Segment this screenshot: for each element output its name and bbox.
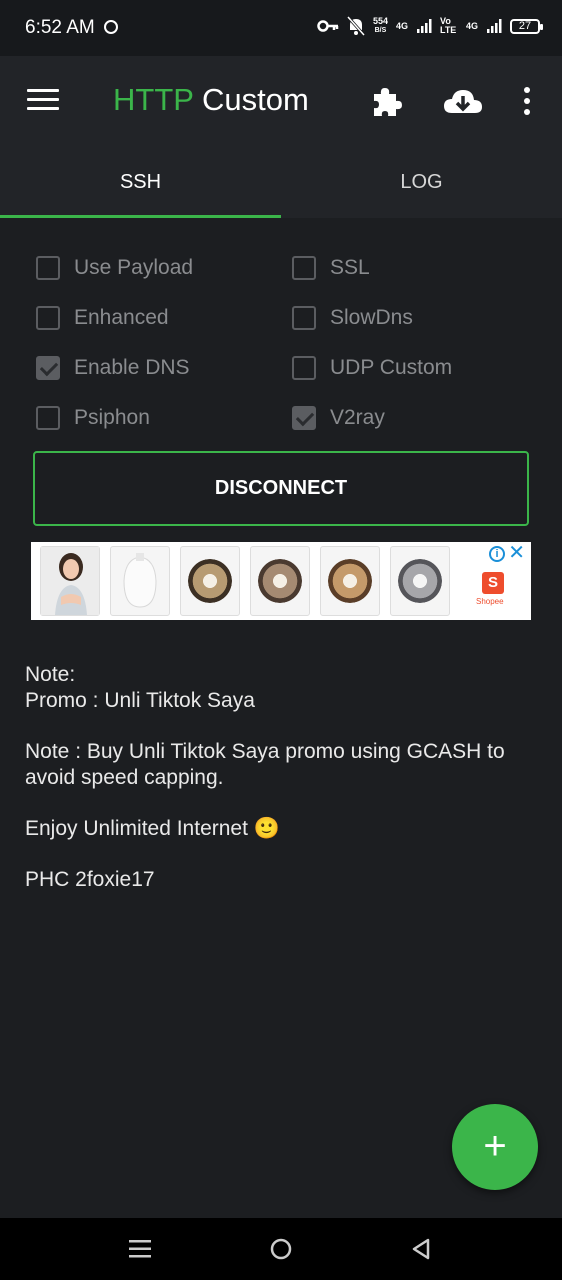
signal-icon-2: [487, 19, 502, 33]
option-udp-custom[interactable]: UDP Custom: [292, 356, 452, 380]
add-fab-button[interactable]: +: [452, 1104, 538, 1190]
checkbox-icon[interactable]: [292, 356, 316, 380]
app-title-custom: Custom: [202, 82, 309, 117]
shopee-label: Shopee: [476, 597, 504, 606]
vpn-key-icon: [317, 20, 339, 32]
app-title: HTTP Custom: [113, 82, 309, 118]
home-icon[interactable]: [269, 1238, 293, 1262]
option-label: SSL: [330, 256, 370, 279]
signal-icon-1: [416, 19, 432, 33]
system-nav-bar: [0, 1218, 562, 1280]
net-speed-value: 554: [372, 16, 388, 26]
battery-icon: 27: [510, 18, 543, 34]
ad-banner[interactable]: i ✕ S Shopee: [31, 542, 531, 620]
network-type-1: 4G: [395, 20, 408, 31]
option-use-payload[interactable]: Use Payload: [36, 256, 193, 280]
ad-close-icon[interactable]: ✕: [508, 543, 525, 563]
tab-bar: SSH LOG: [0, 146, 562, 218]
cloud-download-icon[interactable]: [442, 82, 484, 122]
notification-app-icon: [104, 20, 118, 34]
notifications-muted-icon: [346, 16, 365, 36]
option-label: V2ray: [330, 406, 385, 429]
checkbox-icon[interactable]: [36, 256, 60, 280]
app-toolbar: HTTP Custom: [0, 56, 562, 146]
note-heading: Note:: [25, 663, 76, 686]
net-speed: 554 B/S: [373, 17, 388, 35]
disconnect-button[interactable]: DISCONNECT: [33, 451, 529, 526]
more-vert-icon[interactable]: [519, 82, 535, 122]
menu-icon[interactable]: [27, 89, 59, 111]
net-speed-unit: B/S: [374, 27, 387, 34]
option-enable-dns[interactable]: Enable DNS: [36, 356, 190, 380]
option-label: SlowDns: [330, 306, 413, 329]
status-time: 6:52 AM: [25, 17, 95, 38]
tab-log[interactable]: LOG: [281, 146, 562, 218]
checkbox-icon[interactable]: [292, 306, 316, 330]
checkbox-checked-icon[interactable]: [36, 356, 60, 380]
ad-product-image[interactable]: [250, 546, 310, 616]
ad-product-image[interactable]: [110, 546, 170, 616]
ad-info-icon[interactable]: i: [489, 546, 505, 562]
note-instructions: Note : Buy Unli Tiktok Saya promo using …: [25, 740, 505, 763]
recent-apps-icon[interactable]: [128, 1238, 152, 1260]
checkbox-icon[interactable]: [292, 256, 316, 280]
option-label: Enhanced: [74, 306, 169, 329]
network-type-2: 4G: [465, 20, 478, 31]
option-psiphon[interactable]: Psiphon: [36, 406, 150, 430]
tab-ssh[interactable]: SSH: [0, 146, 281, 218]
note-signature: PHC 2foxie17: [25, 868, 155, 891]
plugin-puzzle-icon[interactable]: [366, 82, 406, 122]
note-promo: Promo : Unli Tiktok Saya: [25, 689, 255, 712]
status-icons: 554 B/S 4G Vo LTE 4G 27: [317, 16, 543, 36]
ad-product-image[interactable]: [390, 546, 450, 616]
back-icon[interactable]: [410, 1238, 432, 1262]
checkbox-checked-icon[interactable]: [292, 406, 316, 430]
note-enjoy: Enjoy Unlimited Internet 🙂: [25, 817, 280, 840]
option-enhanced[interactable]: Enhanced: [36, 306, 169, 330]
option-label: Psiphon: [74, 406, 150, 429]
status-bar: 6:52 AM 554 B/S 4G Vo LTE 4G 27: [0, 0, 562, 56]
app-title-http: HTTP: [113, 82, 194, 117]
option-label: UDP Custom: [330, 356, 453, 379]
checkbox-icon[interactable]: [36, 306, 60, 330]
note-instructions-cont: avoid speed capping.: [25, 766, 224, 789]
option-label: Use Payload: [74, 256, 194, 279]
ad-product-image[interactable]: [180, 546, 240, 616]
option-ssl[interactable]: SSL: [292, 256, 370, 280]
shopee-logo-icon[interactable]: S: [482, 572, 504, 594]
ad-product-image[interactable]: [40, 546, 100, 616]
volte-indicator: Vo LTE: [439, 16, 457, 35]
checkbox-icon[interactable]: [36, 406, 60, 430]
option-label: Enable DNS: [74, 356, 190, 379]
tab-indicator: [0, 215, 281, 218]
option-slowdns[interactable]: SlowDns: [292, 306, 413, 330]
option-v2ray[interactable]: V2ray: [292, 406, 385, 430]
ad-product-image[interactable]: [320, 546, 380, 616]
